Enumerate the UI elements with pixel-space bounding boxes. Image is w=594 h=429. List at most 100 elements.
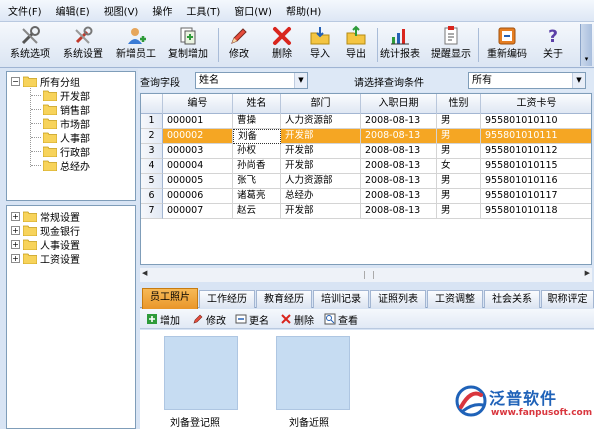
column-header[interactable]: 编号 — [163, 94, 233, 114]
tab-education[interactable]: 教育经历 — [256, 290, 312, 308]
photo-view-button[interactable]: 查看 — [324, 312, 358, 327]
collapse-icon[interactable]: − — [11, 76, 20, 86]
table-row[interactable]: 3 000003 孙权 开发部 2008-08-13 男 95580101011… — [141, 144, 591, 159]
export-button[interactable]: 导出 — [345, 24, 367, 66]
tree-node-hr-settings[interactable]: + 人事设置 — [11, 237, 80, 252]
query-condition-select[interactable]: 所有 ▼ — [468, 72, 586, 89]
detail-tabs: 员工照片 工作经历 教育经历 培训记录 证照列表 工资调整 社会关系 职称评定 — [140, 288, 594, 309]
photo-add-button[interactable]: 增加 — [146, 312, 180, 327]
expand-icon[interactable]: + — [11, 253, 20, 263]
tab-work-history[interactable]: 工作经历 — [199, 290, 255, 308]
cell-name: 赵云 — [233, 204, 281, 219]
row-number: 1 — [141, 114, 163, 129]
tree-node-dept[interactable]: 行政部 — [31, 144, 90, 159]
expand-icon[interactable]: + — [11, 225, 20, 235]
tab-employee-photos[interactable]: 员工照片 — [142, 288, 198, 309]
tree-label: 人事部 — [60, 133, 90, 145]
expand-icon[interactable]: + — [11, 211, 20, 221]
tree-node-dept[interactable]: 总经办 — [31, 158, 90, 173]
scroll-left-icon[interactable]: ◀ — [142, 269, 147, 277]
cell-name: 孙尚香 — [233, 159, 281, 174]
splitter-grip[interactable] — [364, 271, 374, 279]
cell-dept: 人力资源部 — [281, 174, 361, 189]
splitter-bar[interactable]: ◀ ▶ — [140, 268, 592, 282]
tree-node-root[interactable]: − 所有分组 — [11, 74, 80, 89]
menu-window[interactable]: 窗口(W) — [234, 3, 272, 18]
edit-button[interactable]: 修改 — [228, 24, 250, 66]
toolbar-overflow-button[interactable]: ▾ — [580, 24, 592, 66]
menu-help[interactable]: 帮助(H) — [286, 3, 321, 18]
cell-card: 955801010112 — [481, 144, 591, 159]
table-row[interactable]: 5 000005 张飞 人力资源部 2008-08-13 男 955801010… — [141, 174, 591, 189]
cell-id: 000002 — [163, 129, 233, 144]
menu-bar: 文件(F) 编辑(E) 视图(V) 操作 工具(T) 窗口(W) 帮助(H) — [0, 0, 594, 22]
tree-line — [31, 123, 41, 124]
column-header[interactable]: 入职日期 — [361, 94, 437, 114]
photo-thumbnail[interactable] — [164, 336, 238, 410]
tree-node-payroll-settings[interactable]: + 工资设置 — [11, 251, 80, 266]
cell-dept: 人力资源部 — [281, 114, 361, 129]
photo-thumbnail[interactable] — [276, 336, 350, 410]
cell-date: 2008-08-13 — [361, 204, 437, 219]
menu-file[interactable]: 文件(F) — [8, 3, 42, 18]
reminder-display-button[interactable]: 提醒显示 — [431, 24, 471, 66]
column-header[interactable]: 性别 — [437, 94, 481, 114]
menu-edit[interactable]: 编辑(E) — [56, 3, 90, 18]
system-settings-button[interactable]: 系统设置 — [63, 24, 103, 66]
toolbar-separator — [377, 28, 378, 62]
cell-gender: 男 — [437, 144, 481, 159]
add-employee-button[interactable]: 新增员工 — [116, 24, 156, 66]
cell-date: 2008-08-13 — [361, 174, 437, 189]
tree-line — [31, 109, 41, 110]
table-row[interactable]: 4 000004 孙尚香 开发部 2008-08-13 女 9558010101… — [141, 159, 591, 174]
table-row[interactable]: 1 000001 曹操 人力资源部 2008-08-13 男 955801010… — [141, 114, 591, 129]
chevron-down-icon[interactable]: ▼ — [572, 73, 585, 88]
table-row-selected[interactable]: 2 000002 刘备 开发部 2008-08-13 男 95580101011… — [141, 129, 591, 144]
cell-name[interactable]: 刘备 — [233, 129, 281, 144]
menu-tools[interactable]: 工具(T) — [186, 3, 220, 18]
cell-card: 955801010110 — [481, 114, 591, 129]
department-tree: − 所有分组 开发部 销售部 市场部 人事部 行政部 总经办 — [6, 71, 136, 201]
query-field-label: 查询字段 — [140, 78, 180, 89]
tree-node-dept[interactable]: 开发部 — [31, 88, 90, 103]
delete-button[interactable]: 删除 — [271, 24, 293, 66]
menu-operate[interactable]: 操作 — [152, 3, 172, 18]
tab-training[interactable]: 培训记录 — [313, 290, 369, 308]
tab-certificates[interactable]: 证照列表 — [370, 290, 426, 308]
cell-date: 2008-08-13 — [361, 189, 437, 204]
row-number: 6 — [141, 189, 163, 204]
query-field-select[interactable]: 姓名 ▼ — [195, 72, 308, 89]
cell-date: 2008-08-13 — [361, 159, 437, 174]
copy-add-button[interactable]: 复制增加 — [168, 24, 208, 66]
menu-view[interactable]: 视图(V) — [104, 3, 139, 18]
photo-edit-button[interactable]: 修改 — [192, 312, 226, 327]
column-header[interactable]: 工资卡号 — [481, 94, 591, 114]
statistics-report-button[interactable]: 统计报表 — [380, 24, 420, 66]
table-row[interactable]: 7 000007 赵云 开发部 2008-08-13 男 95580101011… — [141, 204, 591, 219]
photo-delete-button[interactable]: 删除 — [280, 312, 314, 327]
import-icon — [310, 27, 330, 45]
toolbar-label: 重新编码 — [487, 49, 527, 60]
tree-node-dept[interactable]: 人事部 — [31, 130, 90, 145]
tree-node-cash-bank[interactable]: + 现金银行 — [11, 223, 80, 238]
tree-node-general-settings[interactable]: + 常规设置 — [11, 209, 80, 224]
tree-line — [31, 137, 41, 138]
tree-node-dept[interactable]: 销售部 — [31, 102, 90, 117]
recode-button[interactable]: 重新编码 — [487, 24, 527, 66]
table-row[interactable]: 6 000006 诸葛亮 总经办 2008-08-13 男 9558010101… — [141, 189, 591, 204]
tab-social-relations[interactable]: 社会关系 — [484, 290, 540, 308]
tab-salary-adjustment[interactable]: 工资调整 — [427, 290, 483, 308]
tab-title-evaluation[interactable]: 职称评定 — [541, 290, 594, 308]
tree-label: 行政部 — [60, 147, 90, 159]
column-header[interactable]: 部门 — [281, 94, 361, 114]
expand-icon[interactable]: + — [11, 239, 20, 249]
import-button[interactable]: 导入 — [309, 24, 331, 66]
system-options-button[interactable]: 系统选项 — [10, 24, 50, 66]
photo-rename-button[interactable]: 更名 — [235, 312, 269, 327]
about-button[interactable]: ? 关于 — [542, 24, 564, 66]
column-header[interactable]: 姓名 — [233, 94, 281, 114]
tree-node-dept[interactable]: 市场部 — [31, 116, 90, 131]
cell-id: 000003 — [163, 144, 233, 159]
chevron-down-icon[interactable]: ▼ — [294, 73, 307, 88]
scroll-right-icon[interactable]: ▶ — [585, 269, 590, 277]
